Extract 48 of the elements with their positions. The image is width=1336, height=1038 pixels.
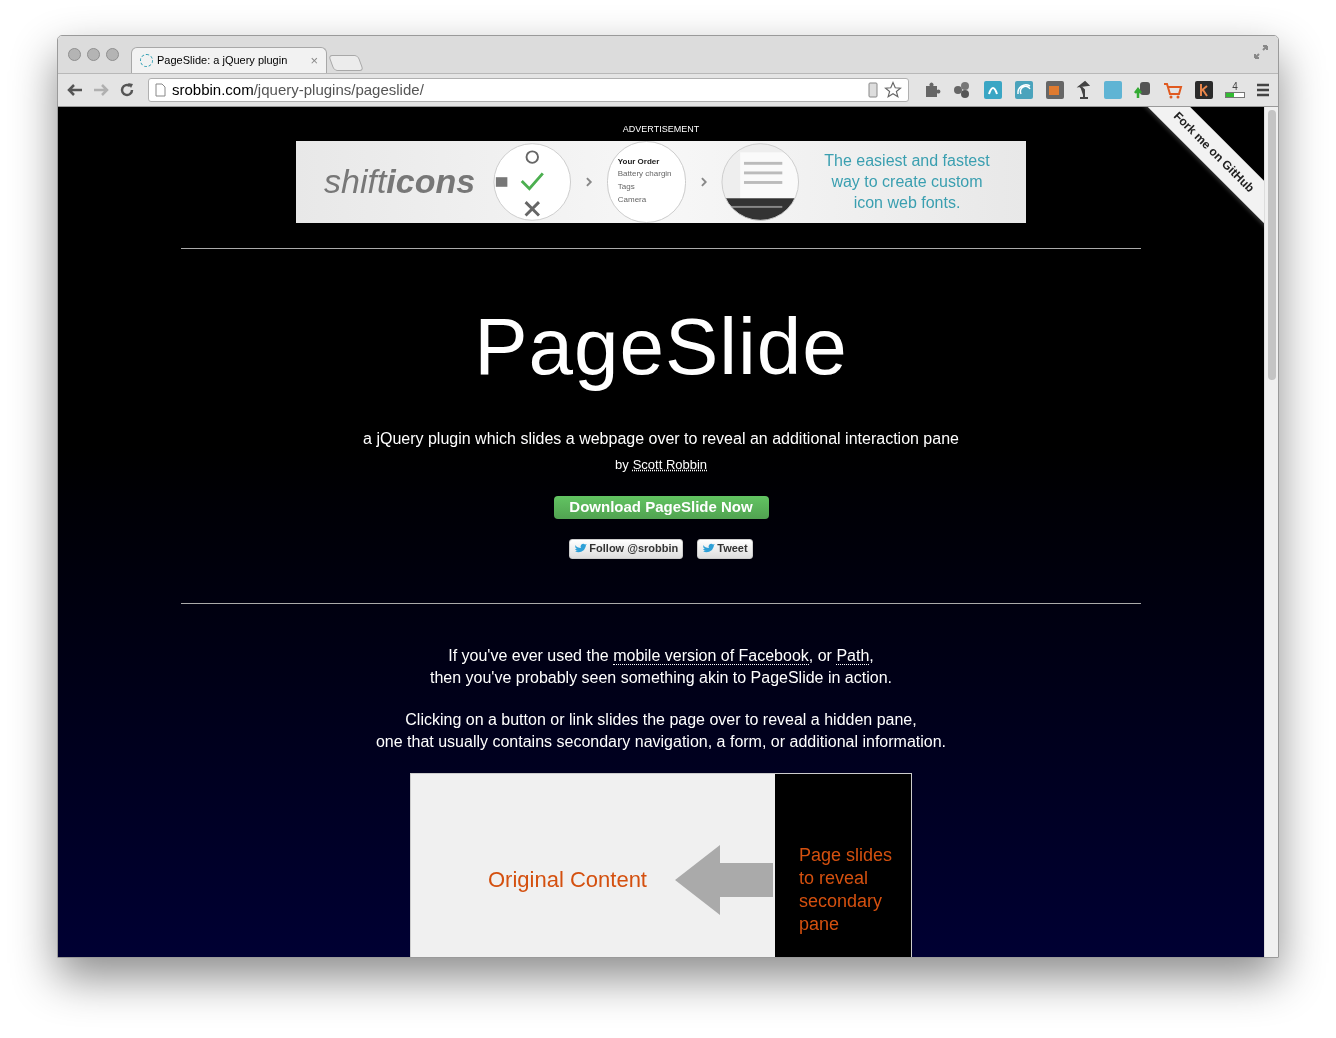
tab-title: PageSlide: a jQuery plugin <box>157 53 289 69</box>
original-label: Original Content <box>488 866 647 894</box>
star-icon[interactable] <box>884 81 902 99</box>
fullscreen-icon[interactable] <box>1254 45 1268 59</box>
chevron-icon <box>699 175 708 188</box>
new-tab-button[interactable] <box>328 55 364 71</box>
follow-button[interactable]: Follow @srobbin <box>569 538 684 559</box>
tweet-button[interactable]: Tweet <box>697 538 753 559</box>
scrollbar-thumb[interactable] <box>1267 110 1276 380</box>
pane-label: Page slides to reveal secondary pane <box>799 843 894 936</box>
order-title: Your Order <box>617 157 661 166</box>
page-icon <box>155 83 166 97</box>
byline: by <box>614 455 629 474</box>
window-control-icon[interactable] <box>87 48 100 61</box>
order-item: Battery chargin <box>617 167 673 179</box>
reload-icon[interactable] <box>118 81 136 99</box>
window-control-icon[interactable] <box>68 48 81 61</box>
window-control-icon[interactable] <box>106 48 119 61</box>
extension-count-label: 4 <box>1232 82 1238 92</box>
lamp-icon[interactable] <box>1076 80 1092 100</box>
chevron-icon <box>585 175 593 188</box>
bird-icon <box>702 543 716 554</box>
intro-paragraph: Clicking on a button or link slides the page over to reveal a hidden pane, one that usually contains secondary navigation, a form, or additional information. <box>375 709 947 752</box>
cart-icon[interactable] <box>1163 81 1183 99</box>
wave-icon[interactable] <box>1014 80 1034 100</box>
ad-banner[interactable]: shifticons Your Order Battery chargin Tags Camera The easiest and fastest way to create custom icon web fonts. <box>296 140 1026 223</box>
intro-paragraph: If you've ever used the mobile version of Facebook, or Path, then you've probably seen something akin to PageSlide in action. <box>428 645 893 688</box>
ad-tagline: The easiest and fastest way to create custom icon web fonts. <box>823 151 991 213</box>
bar-icon[interactable] <box>1225 92 1245 98</box>
back-icon[interactable] <box>66 82 84 98</box>
text-link[interactable]: Path <box>836 646 870 665</box>
url-text: srobbin.com/jquery-plugins/pageslide/ <box>172 79 425 100</box>
tile-icon[interactable] <box>1194 80 1214 100</box>
author-link[interactable]: Scott Robbin <box>632 454 708 474</box>
page-subtitle: a jQuery plugin which slides a webpage over to reveal an additional interaction pane <box>363 428 959 449</box>
puzzle-icon[interactable] <box>923 81 941 99</box>
browser-tab[interactable]: PageSlide: a jQuery plugin × <box>131 47 327 73</box>
order-item: Tags <box>617 180 636 192</box>
menu-icon[interactable] <box>1256 83 1270 97</box>
arrow-icon <box>675 844 773 915</box>
phone-icon[interactable] <box>868 82 878 98</box>
ad-label: ADVERTISEMENT <box>622 123 700 136</box>
bird-icon <box>574 543 588 554</box>
order-item: Camera <box>617 193 648 205</box>
text-link[interactable]: mobile version of Facebook <box>613 646 809 665</box>
ad-logo: shifticons <box>324 161 477 202</box>
tile-icon[interactable] <box>983 80 1003 100</box>
address-bar[interactable]: srobbin.com/jquery-plugins/pageslide/ <box>148 78 909 102</box>
